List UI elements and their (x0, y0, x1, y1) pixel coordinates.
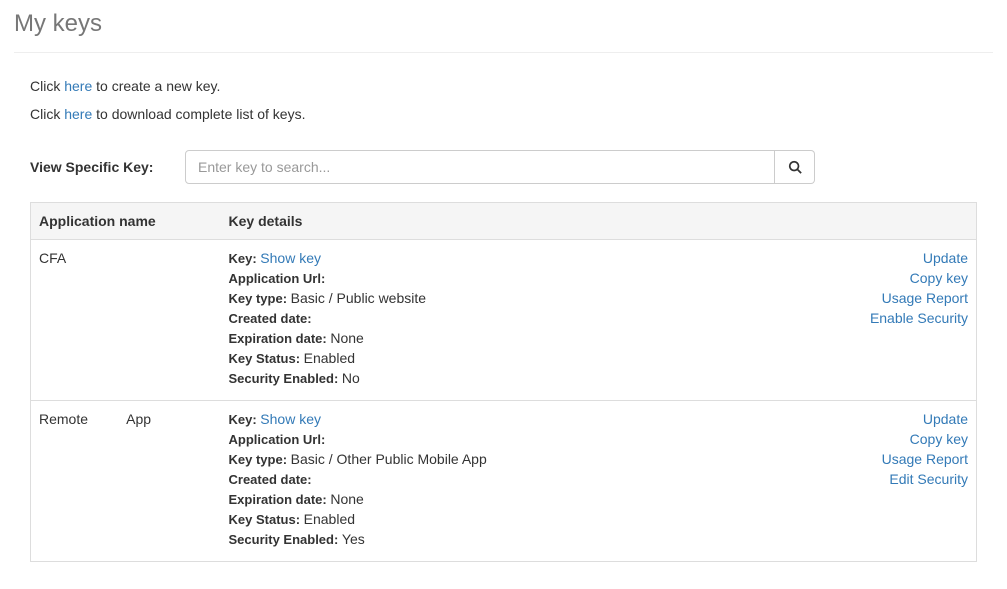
key-label: Key: (229, 251, 261, 266)
download-suffix: to download complete list of keys. (92, 106, 305, 122)
expiration-date-label: Expiration date: (229, 492, 331, 507)
security-enabled-label: Security Enabled: (229, 532, 342, 547)
copy-key-link[interactable]: Copy key (910, 431, 968, 447)
copy-key-link[interactable]: Copy key (910, 270, 968, 286)
created-date-label: Created date: (229, 311, 312, 326)
key-details-cell: Key: Show keyApplication Url: Key type: … (221, 240, 754, 401)
security-enabled-value: Yes (342, 531, 365, 547)
security-link[interactable]: Edit Security (889, 471, 968, 487)
search-button[interactable] (775, 150, 815, 184)
security-enabled-label: Security Enabled: (229, 371, 342, 386)
app-name-cell: Remote App (31, 401, 221, 562)
search-label: View Specific Key: (30, 159, 185, 175)
app-url-label: Application Url: (229, 271, 326, 286)
col-key-details: Key details (221, 203, 977, 240)
key-status-label: Key Status: (229, 512, 304, 527)
update-link[interactable]: Update (923, 250, 968, 266)
create-prefix: Click (30, 78, 64, 94)
key-details-cell: Key: Show keyApplication Url: Key type: … (221, 401, 754, 562)
actions-cell: Update Copy key Usage Report Edit Security (754, 401, 977, 562)
keys-table: Application name Key details CFA Key: Sho… (30, 202, 977, 562)
security-enabled-value: No (342, 370, 360, 386)
key-label: Key: (229, 412, 261, 427)
show-key-link[interactable]: Show key (260, 411, 321, 427)
key-type-value: Basic / Other Public Mobile App (291, 451, 487, 467)
download-keys-link[interactable]: here (64, 106, 92, 122)
key-type-label: Key type: (229, 452, 291, 467)
update-link[interactable]: Update (923, 411, 968, 427)
table-row: CFA Key: Show key Application Url: Key typ… (31, 240, 977, 401)
usage-report-link[interactable]: Usage Report (882, 290, 968, 306)
security-link[interactable]: Enable Security (870, 310, 968, 326)
actions-cell: Update Copy key Usage Report Enable Securit… (754, 240, 977, 401)
key-status-value: Enabled (304, 511, 355, 527)
created-date-label: Created date: (229, 472, 312, 487)
page-title: My keys (14, 10, 993, 38)
app-url-label: Application Url: (229, 432, 326, 447)
create-key-line: Click here to create a new key. (30, 78, 993, 94)
search-input[interactable] (185, 150, 775, 184)
create-suffix: to create a new key. (92, 78, 220, 94)
key-type-label: Key type: (229, 291, 291, 306)
usage-report-link[interactable]: Usage Report (882, 451, 968, 467)
expiration-date-value: None (330, 491, 363, 507)
show-key-link[interactable]: Show key (260, 250, 321, 266)
col-app-name: Application name (31, 203, 221, 240)
divider (14, 52, 993, 53)
table-row: Remote AppKey: Show keyApplication Url: … (31, 401, 977, 562)
expiration-date-value: None (330, 330, 363, 346)
download-keys-line: Click here to download complete list of … (30, 106, 993, 122)
key-type-value: Basic / Public website (291, 290, 426, 306)
expiration-date-label: Expiration date: (229, 331, 331, 346)
app-name-cell: CFA (31, 240, 221, 401)
download-prefix: Click (30, 106, 64, 122)
create-key-link[interactable]: here (64, 78, 92, 94)
key-status-label: Key Status: (229, 351, 304, 366)
key-status-value: Enabled (304, 350, 355, 366)
search-icon (788, 160, 802, 174)
